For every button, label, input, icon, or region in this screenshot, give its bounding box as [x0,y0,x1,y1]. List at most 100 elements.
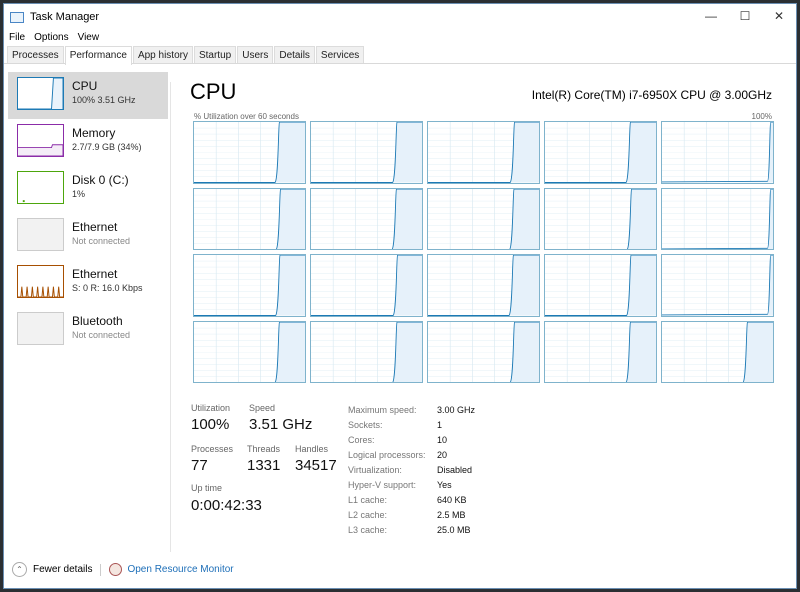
mini-graph [17,77,64,110]
core-graph-10 [193,254,306,317]
divider [170,82,171,552]
fewer-details-button[interactable]: Fewer details [33,564,92,575]
resource-monitor-icon [109,563,123,576]
menu-options[interactable]: Options [34,32,68,43]
core-graph-14 [661,254,774,317]
spec-value: 10 [437,435,448,445]
core-graph-7 [427,187,540,250]
core-graph-13 [544,254,657,317]
core-graph-9 [661,187,774,250]
sidebar-item-status: 2.7/7.9 GB (34%) [72,142,142,152]
task-manager-window: Task Manager — ☐ ✕ File Options View Pro… [3,3,797,589]
spec-value: 1 [437,420,443,430]
spec-value: 20 [437,450,448,460]
sidebar-item-memory[interactable]: Memory 2.7/7.9 GB (34%) [8,119,168,166]
spec-value: 2.5 MB [437,510,466,520]
spec-value: 3.00 GHz [437,405,476,415]
close-button[interactable]: ✕ [762,4,796,28]
tab-bar: Processes Performance App history Startup Us… [4,46,796,65]
core-graph-5 [193,187,306,250]
tab-performance[interactable]: Performance [64,46,132,65]
core-graph-16 [310,320,423,383]
open-resource-monitor-link[interactable]: Open Resource Monitor [127,564,233,575]
footer-separator [100,563,102,576]
sidebar-item-disk-0-c[interactable]: Disk 0 (C:) 1% [8,166,168,213]
tab-app-history[interactable]: App history [132,46,193,63]
core-graph-4 [661,121,774,184]
menu-view[interactable]: View [78,32,100,43]
sidebar-item-name: Bluetooth [72,314,123,328]
spec-label: Cores: [348,435,375,445]
sidebar-item-ethernet[interactable]: Ethernet Not connected [8,213,168,260]
core-graph-1 [310,121,423,184]
mini-graph [17,312,64,345]
tab-details[interactable]: Details [274,46,315,63]
utilization-value: 100% [191,416,230,433]
sidebar-item-bluetooth[interactable]: Bluetooth Not connected [8,307,168,354]
spec-label: Sockets: [348,420,383,430]
menu-file[interactable]: File [9,32,25,43]
handles-label: Handles [295,444,329,454]
cpu-model: Intel(R) Core(TM) i7-6950X CPU @ 3.00GHz [531,88,772,102]
core-graph-11 [310,254,423,317]
cpu-core-graphs [193,121,774,383]
menu-bar: File Options View [4,30,796,44]
core-graph-18 [544,320,657,383]
core-graph-8 [544,187,657,250]
speed-value: 3.51 GHz [249,416,313,433]
window-title: Task Manager [30,11,100,23]
speed-label: Speed [249,403,276,413]
processes-label: Processes [191,444,234,454]
processes-value: 77 [191,457,208,474]
uptime-value: 0:00:42:33 [191,497,262,514]
sidebar-item-status: Not connected [72,236,131,246]
maximize-button[interactable]: ☐ [728,4,762,28]
tab-services[interactable]: Services [315,46,365,63]
minimize-button[interactable]: — [694,4,728,28]
tab-processes[interactable]: Processes [7,46,64,63]
graph-label: % Utilization over 60 seconds [194,112,299,121]
spec-value: Disabled [437,465,473,475]
core-graph-6 [310,187,423,250]
task-manager-icon [10,11,24,23]
tab-startup[interactable]: Startup [193,46,237,63]
sidebar-item-name: CPU [72,79,98,93]
spec-label: L2 cache: [348,510,388,520]
graph-max-label: 100% [751,112,772,121]
spec-value: Yes [437,480,452,490]
spec-label: Virtualization: [348,465,402,475]
core-graph-3 [544,121,657,184]
mini-graph [17,171,64,204]
threads-value: 1331 [247,457,281,474]
mini-graph [17,265,64,298]
mini-graph [17,124,64,157]
sidebar-item-status: S: 0 R: 16.0 Kbps [72,283,143,293]
sidebar-item-status: Not connected [72,330,131,340]
sidebar-item-name: Ethernet [72,220,118,234]
spec-value: 25.0 MB [437,525,471,535]
core-graph-12 [427,254,540,317]
sidebar-item-name: Ethernet [72,267,118,281]
core-graph-0 [193,121,306,184]
sidebar-item-status: 100% 3.51 GHz [72,95,136,105]
core-graph-15 [193,320,306,383]
threads-label: Threads [247,444,281,454]
mini-graph [17,218,64,251]
sidebar-item-name: Disk 0 (C:) [72,173,129,187]
chevron-up-icon[interactable]: ⌃ [12,562,27,577]
spec-label: Logical processors: [348,450,426,460]
title-bar: Task Manager [4,4,796,30]
page-title: CPU [190,79,237,104]
tab-users[interactable]: Users [237,46,274,63]
footer: ⌃ Fewer details Open Resource Monitor [12,562,234,577]
sidebar-item-cpu[interactable]: CPU 100% 3.51 GHz [8,72,168,119]
spec-label: Hyper-V support: [348,480,417,490]
spec-label: L1 cache: [348,495,388,505]
core-graph-2 [427,121,540,184]
sidebar-item-ethernet-2[interactable]: Ethernet S: 0 R: 16.0 Kbps [8,260,168,307]
core-graph-17 [427,320,540,383]
spec-label: Maximum speed: [348,405,417,415]
uptime-label: Up time [191,483,223,493]
utilization-label: Utilization [191,403,231,413]
sidebar: CPU 100% 3.51 GHz Memory 2.7/7.9 GB (34%… [8,72,168,354]
